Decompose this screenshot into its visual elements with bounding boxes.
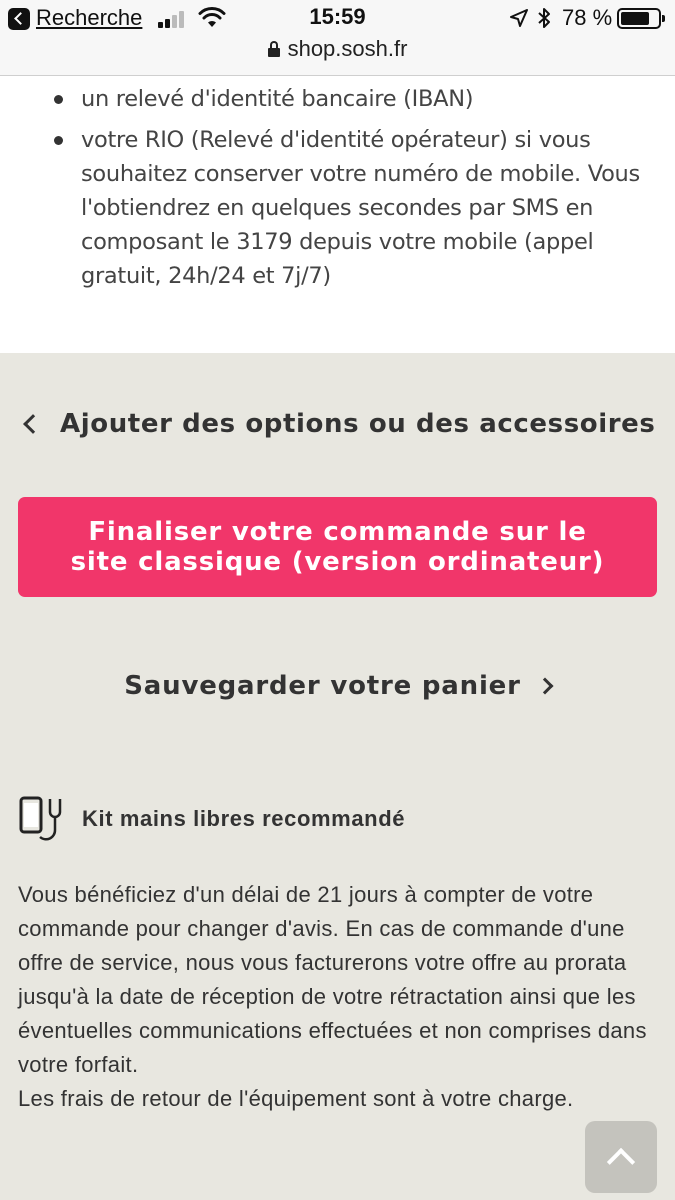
documents-list: un relevé d'identité bancaire (IBAN) vot… — [0, 82, 675, 293]
battery-percent: 78 % — [562, 5, 613, 30]
lock-icon — [267, 41, 280, 57]
location-arrow-icon — [510, 9, 528, 27]
hands-free-kit-label: Kit mains libres recommandé — [82, 806, 406, 831]
withdrawal-paragraph: Vous bénéficiez d'un délai de 21 jours à… — [18, 882, 647, 1077]
bullet-icon — [54, 95, 63, 104]
add-options-link[interactable]: Ajouter des options ou des accessoires — [20, 404, 656, 444]
list-item: votre RIO (Relevé d'identité opérateur) … — [0, 123, 675, 293]
add-options-label: Ajouter des options ou des accessoires — [60, 409, 656, 439]
phone-headset-icon — [19, 796, 62, 841]
withdrawal-notice: Vous bénéficiez d'un délai de 21 jours à… — [18, 878, 658, 1116]
list-item-text: votre RIO (Relevé d'identité opérateur) … — [81, 127, 640, 289]
address-bar[interactable]: shop.sosh.fr — [0, 36, 675, 62]
chevron-left-icon — [23, 414, 43, 434]
finalize-order-label: Finaliser votre commande sur le site cla… — [70, 517, 605, 577]
return-fees-paragraph: Les frais de retour de l'équipement sont… — [18, 1086, 574, 1111]
finalize-order-button[interactable]: Finaliser votre commande sur le site cla… — [18, 497, 657, 597]
save-cart-label: Sauvegarder votre panier — [124, 671, 521, 701]
list-item: un relevé d'identité bancaire (IBAN) — [0, 82, 675, 116]
save-cart-link[interactable]: Sauvegarder votre panier — [0, 666, 675, 706]
bullet-icon — [54, 136, 63, 145]
battery-icon — [617, 8, 665, 29]
hands-free-kit-notice: Kit mains libres recommandé — [18, 794, 405, 844]
scroll-to-top-button[interactable] — [585, 1121, 657, 1193]
bluetooth-icon — [538, 8, 550, 28]
chevron-right-icon — [536, 677, 554, 695]
status-bar: Recherche 15:59 78 % shop.sosh.fr — [0, 0, 675, 76]
required-documents: un relevé d'identité bancaire (IBAN) vot… — [0, 76, 675, 353]
url-text: shop.sosh.fr — [287, 36, 408, 61]
list-item-text: un relevé d'identité bancaire (IBAN) — [81, 86, 474, 112]
